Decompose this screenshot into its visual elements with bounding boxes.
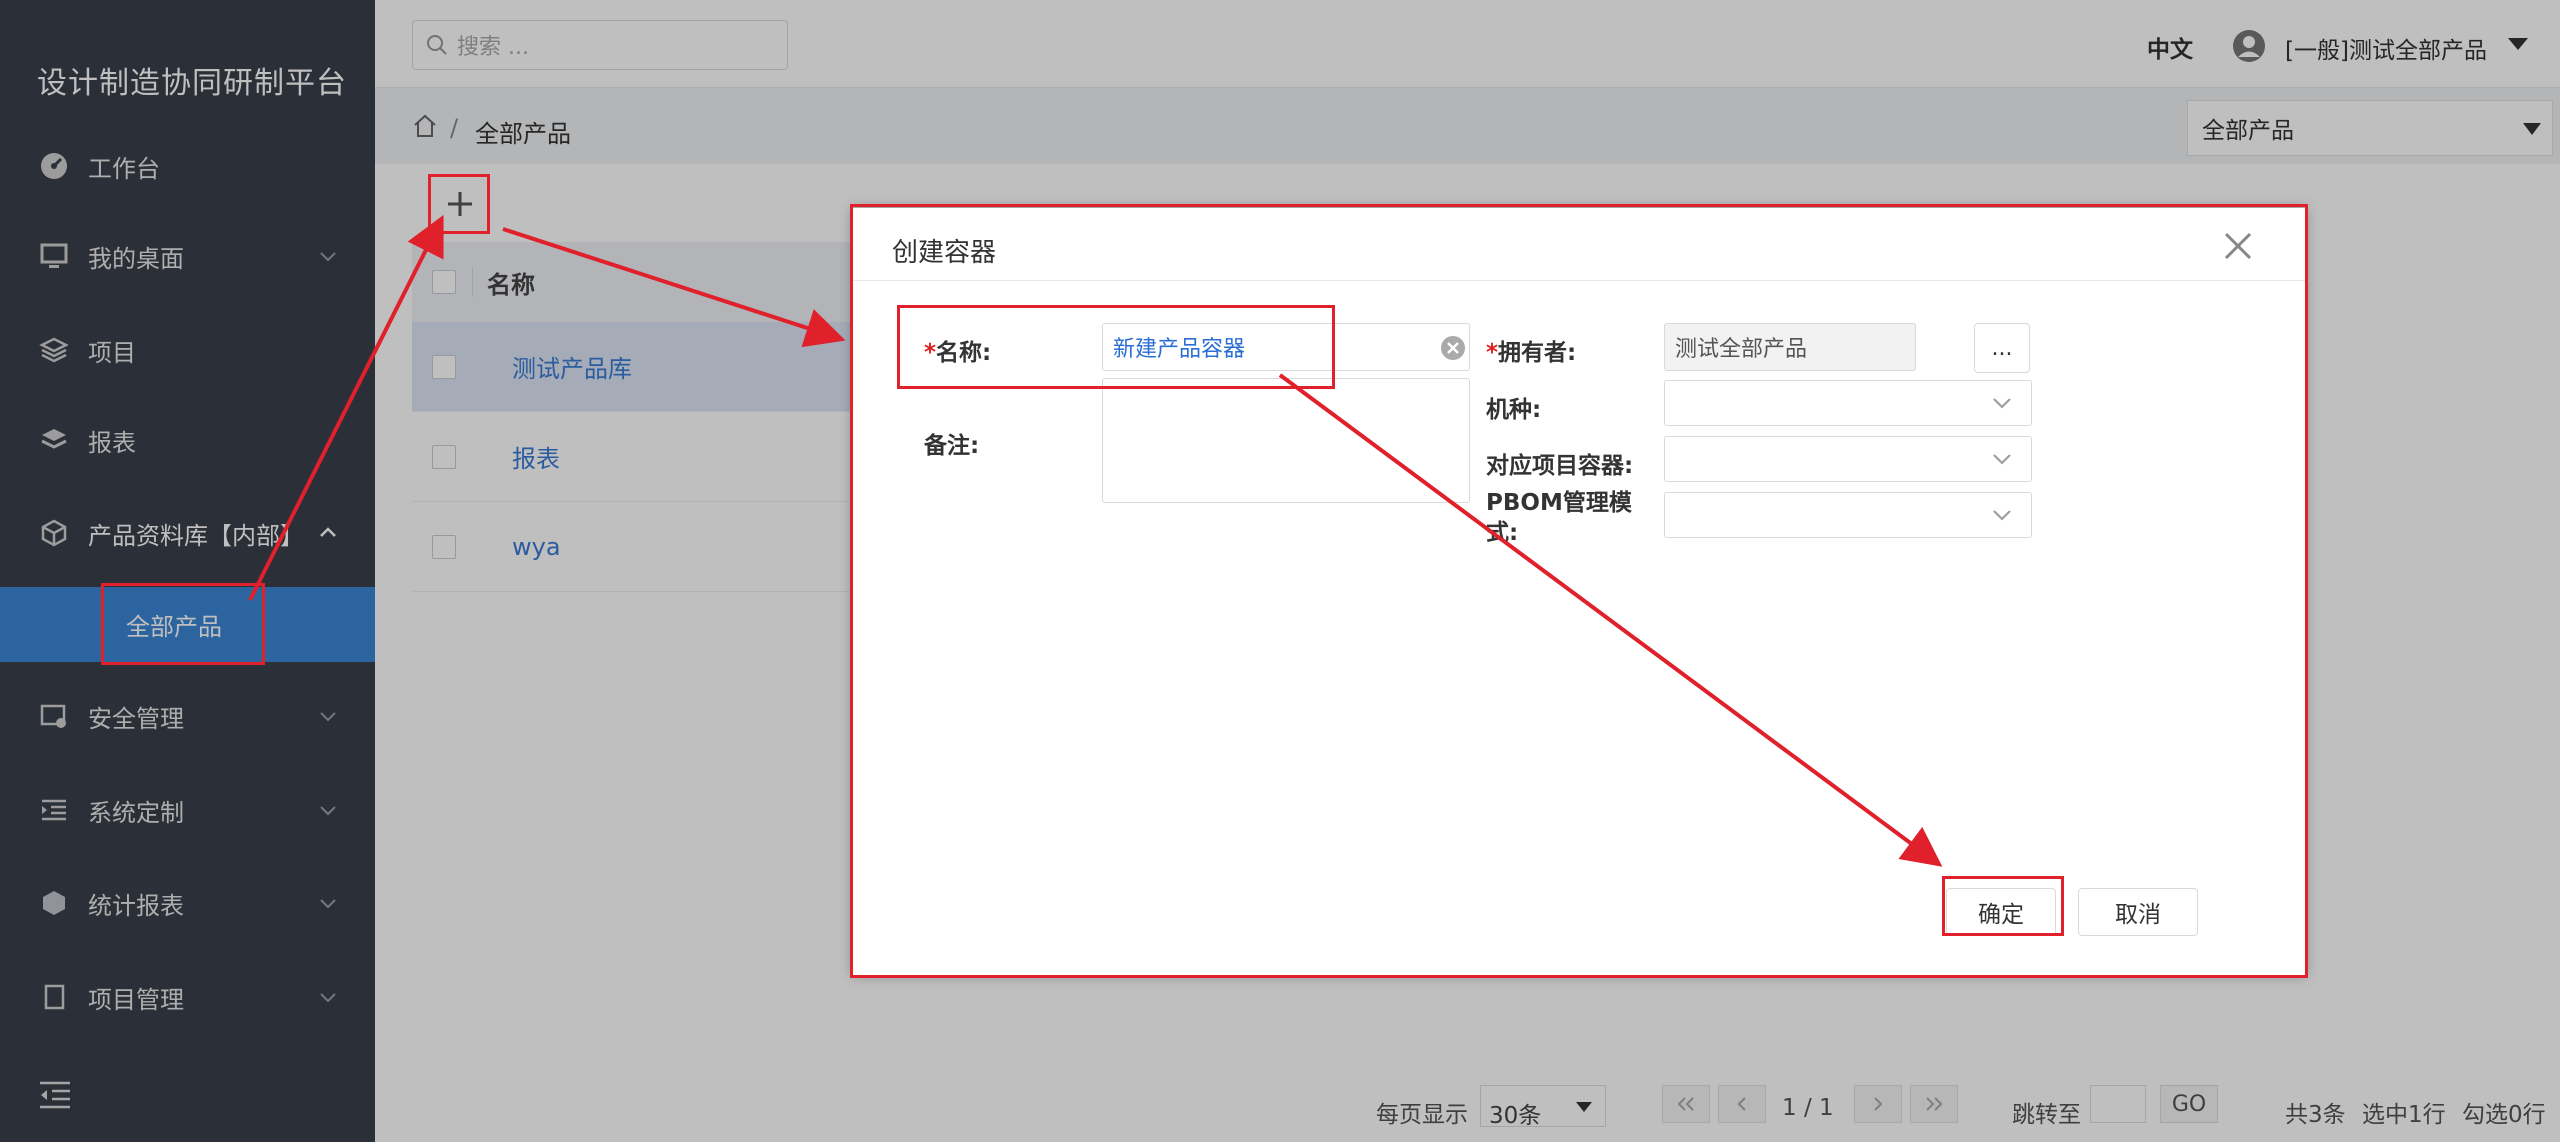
- arrow-to-dialog: [502, 227, 846, 348]
- arrow-to-add: [248, 214, 444, 601]
- arrow-to-confirm: [1278, 373, 1943, 867]
- annotation-arrows: [248, 214, 1943, 867]
